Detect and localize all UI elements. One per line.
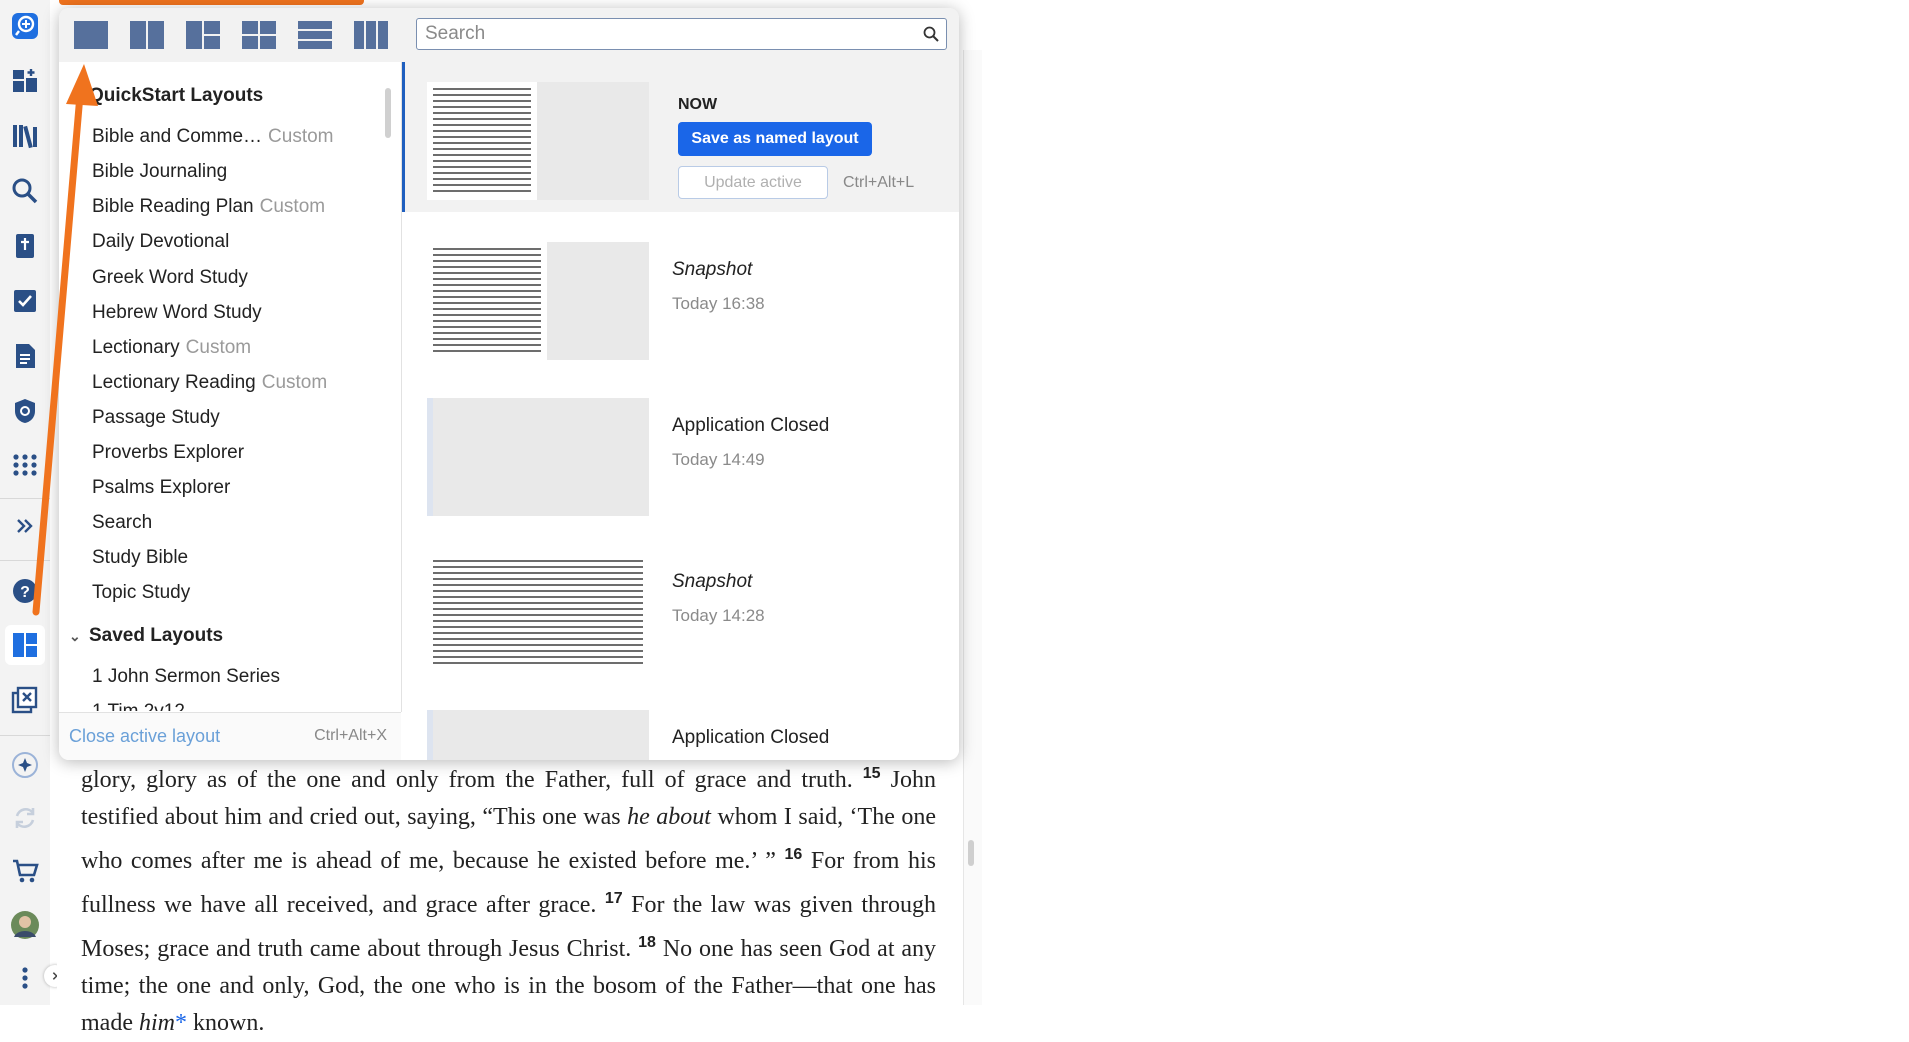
history-title: Application Closed — [672, 415, 830, 436]
history-title: Snapshot — [672, 259, 753, 280]
app-logo-icon[interactable] — [5, 6, 45, 46]
layout-one-two-icon[interactable] — [185, 20, 221, 50]
layout-item[interactable]: Study Bible — [92, 547, 194, 569]
layout-item[interactable]: Topic Study — [92, 582, 196, 604]
search-icon[interactable] — [922, 25, 940, 43]
layout-history-list: NOW Save as named layout Update active C… — [402, 62, 959, 760]
layout-item[interactable]: Daily Devotional — [92, 231, 235, 253]
help-icon[interactable]: ? — [5, 571, 45, 611]
annotation-highlight-bar — [59, 0, 364, 5]
layouts-icon[interactable] — [5, 625, 45, 665]
saved-section-header[interactable]: ⌄ Saved Layouts — [69, 625, 223, 647]
layout-single-icon[interactable] — [73, 20, 109, 50]
now-entry: NOW Save as named layout Update active C… — [402, 62, 959, 212]
layout-rows-icon[interactable] — [297, 20, 333, 50]
ai-sparkle-icon[interactable] — [5, 745, 45, 785]
layout-item[interactable]: Bible Journaling — [92, 161, 233, 183]
layouts-panel: ⌄ QuickStart Layouts Bible and Comme…Cus… — [59, 8, 959, 760]
layout-item[interactable]: Bible and Comme… Custom — [92, 126, 334, 148]
chevron-down-icon: ⌄ — [69, 87, 81, 104]
bible-icon[interactable] — [5, 226, 45, 266]
history-title: Snapshot — [672, 571, 753, 592]
shield-icon[interactable] — [5, 391, 45, 431]
search-input[interactable] — [425, 22, 905, 46]
search-sidebar-icon[interactable] — [5, 171, 45, 211]
layout-item[interactable]: Passage Study — [92, 407, 226, 429]
layout-toolbar — [59, 8, 959, 62]
close-active-layout-link[interactable]: Close active layout — [69, 726, 220, 747]
close-shortcut-label: Ctrl+Alt+X — [314, 727, 387, 744]
history-entry[interactable]: Snapshot Today 14:28 — [402, 534, 959, 684]
checklist-icon[interactable] — [5, 281, 45, 321]
layout-two-column-icon[interactable] — [129, 20, 165, 50]
layout-item[interactable]: Psalms Explorer — [92, 477, 236, 499]
history-thumbnail — [427, 554, 649, 672]
update-active-button[interactable]: Update active — [678, 166, 828, 199]
saved-title: Saved Layouts — [89, 625, 224, 646]
history-time: Today 14:49 — [672, 450, 765, 469]
more-options-icon[interactable] — [5, 958, 45, 998]
quickstart-section-header[interactable]: ⌄ QuickStart Layouts — [69, 85, 263, 107]
layout-three-column-icon[interactable] — [353, 20, 389, 50]
avatar[interactable] — [5, 905, 45, 945]
layout-item[interactable]: Bible Reading Plan Custom — [92, 196, 325, 218]
layout-item[interactable]: Proverbs Explorer — [92, 442, 250, 464]
bible-passage-text: glory, glory as of the one and only from… — [81, 765, 937, 1036]
history-entry[interactable]: Application Closed — [402, 690, 959, 760]
history-time: Today 16:38 — [672, 294, 765, 313]
save-named-layout-button[interactable]: Save as named layout — [678, 122, 872, 156]
document-scrollbar[interactable] — [963, 50, 982, 1005]
layout-item[interactable]: Hebrew Word Study — [92, 302, 268, 324]
history-time: Today 14:28 — [672, 606, 765, 625]
history-entry[interactable]: Application Closed Today 14:49 — [402, 378, 959, 528]
history-title: Application Closed — [672, 727, 830, 748]
history-thumbnail — [427, 242, 649, 360]
chevron-down-icon: ⌄ — [69, 627, 81, 644]
layout-item[interactable]: Search — [92, 512, 158, 534]
now-label: NOW — [678, 96, 718, 113]
history-thumbnail — [427, 398, 649, 516]
close-panels-icon[interactable] — [5, 680, 45, 720]
layout-list: ⌄ QuickStart Layouts Bible and Comme… Cus… — [59, 62, 402, 712]
history-entry[interactable]: Snapshot Today 16:38 — [402, 222, 959, 372]
left-footer: Close active layout Ctrl+Alt+X — [59, 712, 401, 760]
document-icon[interactable] — [5, 336, 45, 376]
list-scrollbar[interactable] — [385, 88, 391, 138]
quickstart-title: QuickStart Layouts — [89, 85, 264, 106]
layout-item[interactable]: Lectionary Reading Custom — [92, 372, 327, 394]
dashboard-icon[interactable] — [5, 61, 45, 101]
expand-sidebar-icon[interactable] — [5, 506, 45, 546]
layout-four-grid-icon[interactable] — [241, 20, 277, 50]
update-shortcut-label: Ctrl+Alt+L — [843, 174, 915, 191]
layout-item[interactable]: Greek Word Study — [92, 267, 254, 289]
cart-icon[interactable] — [5, 851, 45, 891]
apps-grid-icon[interactable] — [5, 445, 45, 485]
svg-text:?: ? — [20, 584, 30, 601]
now-thumbnail — [427, 82, 649, 200]
saved-layout-item[interactable]: 1 Tim 2v12 — [92, 701, 185, 711]
library-icon[interactable] — [5, 116, 45, 156]
layout-search-field[interactable] — [416, 18, 947, 50]
saved-layout-item[interactable]: 1 John Sermon Series — [92, 666, 280, 688]
app-sidebar: ? — [0, 0, 66, 1005]
sync-icon[interactable] — [5, 798, 45, 838]
history-thumbnail — [427, 710, 649, 760]
layout-item[interactable]: Lectionary Custom — [92, 337, 251, 359]
